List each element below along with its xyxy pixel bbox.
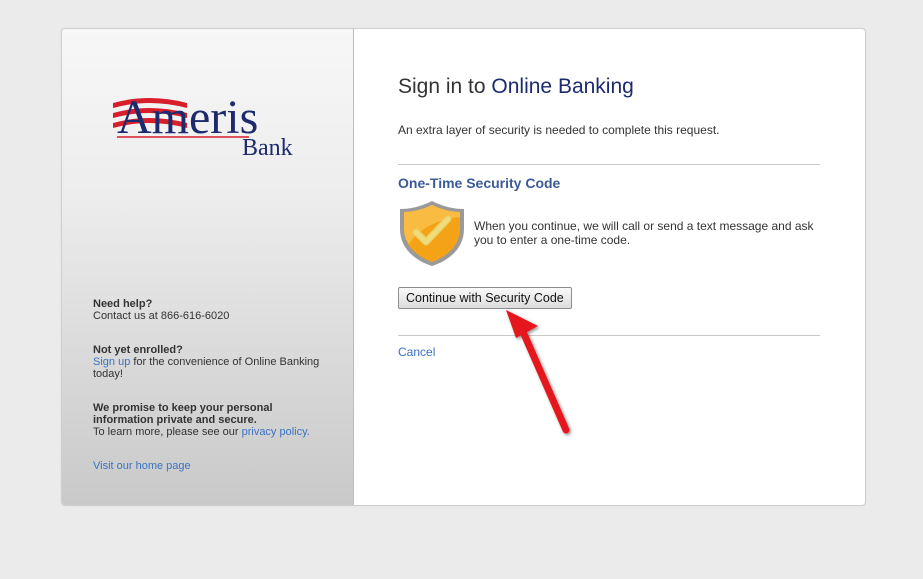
divider-top <box>398 164 820 165</box>
divider-bottom <box>398 335 820 336</box>
description: When you continue, we will call or send … <box>474 219 814 247</box>
privacy-text: To learn more, please see our <box>93 426 242 438</box>
privacy-block: We promise to keep your personal informa… <box>93 402 333 438</box>
home-page-link[interactable]: Visit our home page <box>93 460 191 472</box>
svg-text:Ameris: Ameris <box>117 91 258 144</box>
sidebar: Ameris Bank Need help? Contact us at 866… <box>62 29 354 505</box>
privacy-policy-link[interactable]: privacy policy. <box>242 426 310 438</box>
help-contact: Contact us at 866-616-6020 <box>93 310 230 322</box>
title-accent: Online Banking <box>491 75 634 98</box>
svg-text:Bank: Bank <box>242 135 293 161</box>
ameris-bank-logo: Ameris Bank <box>113 91 293 161</box>
shield-check-icon <box>400 201 464 266</box>
sign-up-link[interactable]: Sign up <box>93 356 130 368</box>
privacy-heading: We promise to keep your personal informa… <box>93 402 273 426</box>
cancel-link[interactable]: Cancel <box>398 345 435 359</box>
help-block: Need help? Contact us at 866-616-6020 <box>93 298 229 322</box>
enroll-heading: Not yet enrolled? <box>93 344 183 356</box>
login-card: Ameris Bank Need help? Contact us at 866… <box>61 28 866 506</box>
section-title: One-Time Security Code <box>398 175 561 191</box>
title-prefix: Sign in to <box>398 75 492 98</box>
home-block: Visit our home page <box>93 460 191 472</box>
enroll-block: Not yet enrolled? Sign up for the conven… <box>93 344 333 380</box>
help-heading: Need help? <box>93 298 153 310</box>
red-arrow-icon <box>506 310 570 434</box>
main-panel: Sign in to Online Banking An extra layer… <box>354 29 865 505</box>
subtitle: An extra layer of security is needed to … <box>398 123 720 137</box>
page-title: Sign in to Online Banking <box>398 75 634 99</box>
